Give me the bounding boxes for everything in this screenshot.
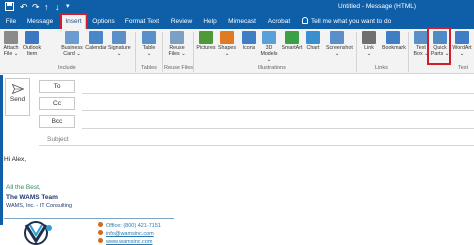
outlook-item-button[interactable]: Outlook Item <box>21 31 43 63</box>
compose-accent-bar <box>0 75 3 225</box>
tab-options[interactable]: Options <box>90 14 117 29</box>
business-card-button[interactable]: Business Card ⌄ <box>61 31 83 63</box>
quick-parts-button[interactable]: Quick Parts ⌄ <box>429 31 451 63</box>
shapes-icon <box>220 31 234 44</box>
group-separator <box>408 32 409 72</box>
tab-message[interactable]: Message <box>24 14 56 29</box>
group-label-tables: Tables <box>141 65 157 71</box>
undo-icon[interactable]: ↶ <box>20 2 28 12</box>
subject-label: Subject <box>47 136 69 143</box>
paperclip-icon <box>4 31 18 44</box>
tab-file[interactable]: File <box>3 14 19 29</box>
wams-logo <box>16 219 56 245</box>
bcc-input[interactable] <box>82 128 474 129</box>
tab-mimecast[interactable]: Mimecast <box>227 14 257 29</box>
send-icon <box>11 84 24 94</box>
attach-file-button[interactable]: Attach File ⌄ <box>0 31 22 63</box>
pictures-icon <box>199 31 213 44</box>
bcc-button[interactable]: Bcc <box>39 115 75 128</box>
window-title: Untitled - Message (HTML) <box>338 3 417 10</box>
reuse-files-icon <box>170 31 184 44</box>
group-label-include: Include <box>58 65 76 71</box>
icons-icon <box>242 31 256 44</box>
group-separator <box>193 32 194 72</box>
screenshot-button[interactable]: Screenshot ⌄ <box>326 31 353 63</box>
3d-models-button[interactable]: 3D Models ⌄ <box>258 31 280 63</box>
group-separator <box>356 32 357 72</box>
company-name: WAMS, Inc. - IT Consulting <box>6 203 73 209</box>
tab-insert[interactable]: Insert <box>61 14 86 29</box>
chart-icon <box>306 31 320 44</box>
office-phone: Office: (800) 421-7151 <box>98 222 161 229</box>
smartart-icon <box>285 31 299 44</box>
globe-icon <box>98 238 103 243</box>
team-name: The WAMS Team <box>6 194 58 201</box>
greeting-text: Hi Alex, <box>4 156 27 163</box>
customize-quick-access-icon[interactable]: ▾ <box>66 2 70 12</box>
table-button[interactable]: Table ⌄ <box>138 31 160 63</box>
lightbulb-icon <box>302 17 308 24</box>
pictures-button[interactable]: Pictures <box>195 31 217 63</box>
tab-help[interactable]: Help <box>201 14 219 29</box>
tell-me-search[interactable]: Tell me what you want to do <box>302 14 391 29</box>
email-icon <box>98 230 103 235</box>
up-icon[interactable]: ↑ <box>44 2 49 12</box>
signature-icon <box>112 31 126 44</box>
email-link[interactable]: info@wamsinc.com <box>98 230 154 237</box>
bookmark-button[interactable]: Bookmark <box>382 31 406 63</box>
quick-parts-icon <box>433 31 447 44</box>
group-label-text: Text <box>458 65 469 71</box>
title-bar: ↶ ↷ ↑ ↓ ▾ Untitled - Message (HTML) <box>0 0 474 14</box>
3d-models-icon <box>262 31 276 44</box>
website-link[interactable]: www.wamsinc.com <box>98 238 152 245</box>
subject-input[interactable] <box>39 145 474 146</box>
tab-acrobat[interactable]: Acrobat <box>264 14 294 29</box>
group-label-illustrations: Illustrations <box>258 65 286 71</box>
save-icon[interactable] <box>5 2 14 13</box>
text-box-icon <box>414 31 428 44</box>
ribbon: Attach File ⌄ Outlook Item Business Card… <box>0 29 474 74</box>
outlook-item-icon <box>25 31 39 44</box>
to-input[interactable] <box>82 93 474 94</box>
calendar-button[interactable]: Calendar <box>85 31 107 63</box>
group-label-reuse-files: Reuse Files <box>164 65 194 71</box>
down-icon[interactable]: ↓ <box>55 2 60 12</box>
signature-button[interactable]: Signature ⌄ <box>108 31 131 63</box>
chart-button[interactable]: Chart <box>302 31 324 63</box>
tab-format-text[interactable]: Format Text <box>122 14 162 29</box>
business-card-icon <box>65 31 79 44</box>
phone-icon <box>98 222 103 227</box>
redo-icon[interactable]: ↷ <box>32 2 40 12</box>
cc-button[interactable]: Cc <box>39 97 75 110</box>
link-icon <box>362 31 376 44</box>
calendar-icon <box>89 31 103 44</box>
wordart-icon <box>455 31 469 44</box>
to-button[interactable]: To <box>39 80 75 93</box>
bookmark-icon <box>386 31 400 44</box>
icons-button[interactable]: Icons <box>238 31 260 63</box>
closing-text: All the Best, <box>6 184 41 191</box>
tell-me-text: Tell me what you want to do <box>311 18 392 25</box>
ribbon-tab-bar: File Message Insert Options Format Text … <box>0 14 474 29</box>
shapes-button[interactable]: Shapes ⌄ <box>216 31 238 63</box>
wordart-button[interactable]: WordArt ⌄ <box>451 31 473 63</box>
screenshot-icon <box>330 31 344 44</box>
group-separator <box>135 32 136 72</box>
group-label-links: Links <box>375 65 388 71</box>
cc-input[interactable] <box>82 110 474 111</box>
table-icon <box>142 31 156 44</box>
reuse-files-button[interactable]: Reuse Files ⌄ <box>166 31 188 63</box>
tab-review[interactable]: Review <box>169 14 194 29</box>
send-button[interactable]: Send <box>5 78 30 116</box>
group-separator <box>162 32 163 72</box>
link-button[interactable]: Link ⌄ <box>358 31 380 63</box>
smartart-button[interactable]: SmartArt <box>281 31 303 63</box>
